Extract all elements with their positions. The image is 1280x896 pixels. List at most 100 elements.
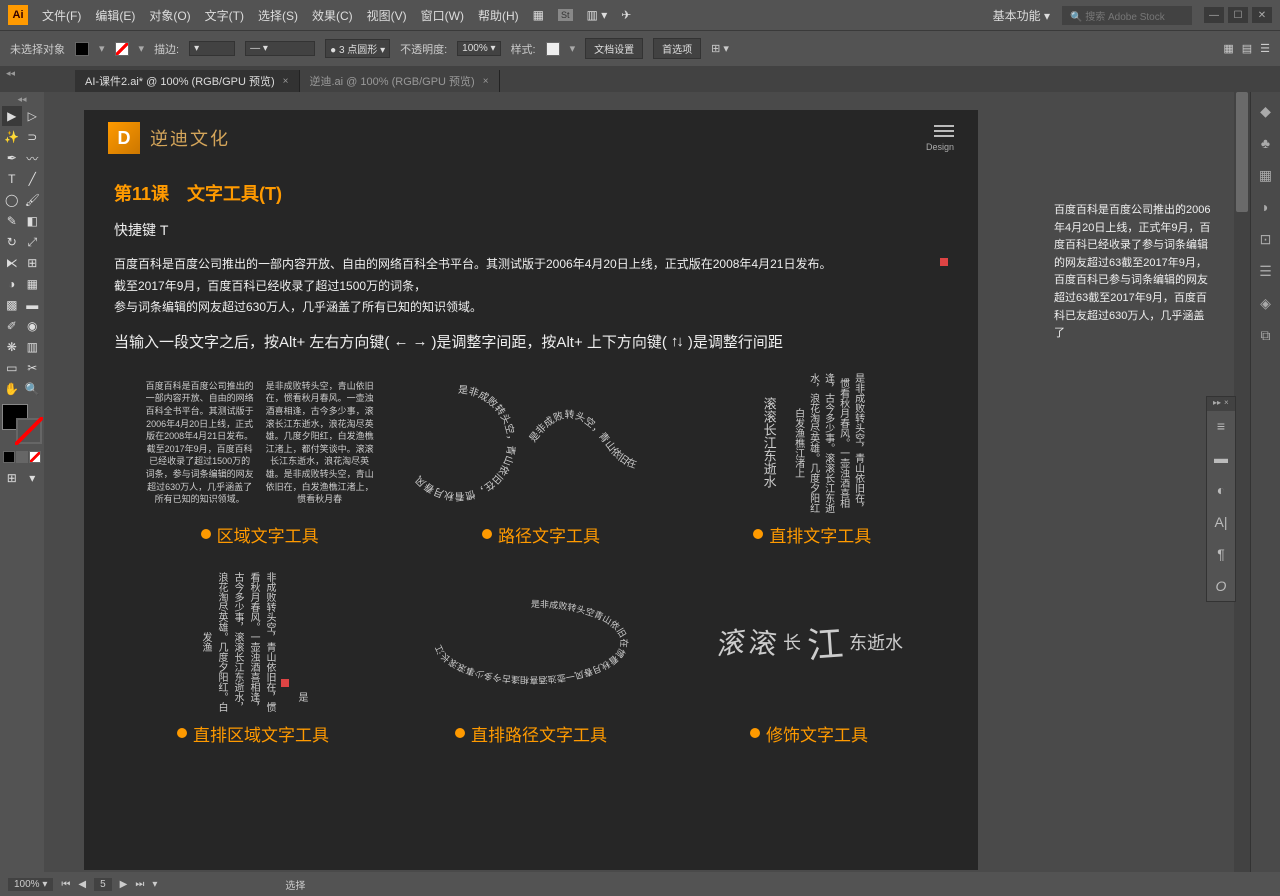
nav-menu-icon[interactable]: ▾: [152, 879, 157, 890]
tab-grip[interactable]: ◂◂: [6, 68, 15, 79]
magic-wand-tool[interactable]: ✨: [2, 127, 22, 147]
floating-panel[interactable]: ▸▸× ≡ ▬ ◐ A| ¶ O: [1206, 396, 1236, 602]
canvas[interactable]: D 逆迪文化 Design 第11课 文字工具(T) 快捷键 T 百度百科是百度…: [44, 92, 1250, 872]
zoom-tool[interactable]: 🔍: [23, 379, 43, 399]
nav-last-icon[interactable]: ⏭: [135, 879, 144, 890]
artboard-tool[interactable]: ▭: [2, 358, 22, 378]
gradient-tool[interactable]: ▬: [23, 295, 43, 315]
libraries-icon[interactable]: ♣: [1257, 134, 1275, 152]
stock-icon[interactable]: St: [558, 9, 573, 21]
panel-collapse-icon[interactable]: ▸▸: [1213, 398, 1221, 406]
panel-gradient-icon[interactable]: ▬: [1212, 449, 1230, 467]
width-tool[interactable]: ⧔: [2, 253, 22, 273]
panel-stroke-icon[interactable]: ≡: [1212, 417, 1230, 435]
color-mode[interactable]: [3, 451, 15, 463]
arrange-icon[interactable]: ▥ ▾: [587, 8, 608, 22]
rotate-tool[interactable]: ↻: [2, 232, 22, 252]
doc-tab-2[interactable]: 逆迪.ai @ 100% (RGB/GPU 预览) ×: [300, 70, 500, 92]
menu-type[interactable]: 文字(T): [205, 7, 244, 24]
direct-selection-tool[interactable]: ▷: [23, 106, 43, 126]
tab-close-2[interactable]: ×: [483, 76, 489, 87]
free-transform-tool[interactable]: ⊞: [23, 253, 43, 273]
shape-builder-tool[interactable]: ◑: [2, 274, 22, 294]
panel-para-icon[interactable]: ¶: [1212, 545, 1230, 563]
panel-opentype-icon[interactable]: O: [1212, 577, 1230, 595]
menu-window[interactable]: 窗口(W): [421, 7, 464, 24]
symbols-icon[interactable]: ☰: [1257, 262, 1275, 280]
gradient-mode[interactable]: [16, 451, 28, 463]
eraser-tool[interactable]: ◧: [23, 211, 43, 231]
menu-effect[interactable]: 效果(C): [312, 7, 353, 24]
menu-select[interactable]: 选择(S): [258, 7, 298, 24]
bridge-icon[interactable]: ▦: [533, 8, 544, 22]
close-button[interactable]: ✕: [1252, 7, 1272, 23]
graph-tool[interactable]: ▥: [23, 337, 43, 357]
rectangle-tool[interactable]: ◯: [2, 190, 22, 210]
workspace-switcher[interactable]: 基本功能 ▾: [993, 7, 1050, 24]
toolbox-grip[interactable]: ◂◂: [2, 94, 42, 105]
maximize-button[interactable]: ☐: [1228, 7, 1248, 23]
panel-close-icon[interactable]: ×: [1224, 398, 1232, 406]
var-width[interactable]: — ▾: [245, 41, 315, 56]
stock-search[interactable]: 🔍 搜索 Adobe Stock: [1062, 6, 1192, 25]
menu-object[interactable]: 对象(O): [149, 7, 190, 24]
mesh-tool[interactable]: ▩: [2, 295, 22, 315]
slice-tool[interactable]: ✂: [23, 358, 43, 378]
opts-menu-icon[interactable]: ☰: [1260, 42, 1270, 55]
gpu-icon[interactable]: ✈: [621, 8, 631, 22]
arrow-down-icon: ↓: [676, 333, 684, 350]
brushes-icon[interactable]: ⊡: [1257, 230, 1275, 248]
panel-char-icon[interactable]: A|: [1212, 513, 1230, 531]
color-icon[interactable]: ▦: [1257, 166, 1275, 184]
menu-file[interactable]: 文件(F): [42, 7, 81, 24]
opacity-value[interactable]: 100% ▾: [457, 41, 500, 56]
type-tool[interactable]: T: [2, 169, 22, 189]
scale-tool[interactable]: ⤢: [23, 232, 43, 252]
tab-close-1[interactable]: ×: [283, 76, 289, 87]
nav-next-icon[interactable]: ▶: [120, 879, 128, 890]
fill-stroke-control[interactable]: [2, 404, 42, 444]
none-mode[interactable]: [29, 451, 41, 463]
screen-mode[interactable]: ⊞: [2, 468, 22, 488]
snap2-icon[interactable]: ▤: [1242, 42, 1252, 55]
blend-tool[interactable]: ◉: [23, 316, 43, 336]
properties-icon[interactable]: ◆: [1257, 102, 1275, 120]
stroke-icon[interactable]: ◈: [1257, 294, 1275, 312]
scroll-thumb[interactable]: [1236, 92, 1248, 212]
swatches-icon[interactable]: ◗: [1257, 198, 1275, 216]
minimize-button[interactable]: —: [1204, 7, 1224, 23]
nav-prev-icon[interactable]: ◀: [78, 879, 86, 890]
vertical-scrollbar[interactable]: [1234, 92, 1250, 872]
doc-setup-button[interactable]: 文档设置: [585, 38, 643, 59]
snap-icon[interactable]: ▦: [1223, 42, 1233, 55]
zoom-level[interactable]: 100% ▾: [8, 878, 53, 891]
screen-mode-2[interactable]: ▾: [23, 468, 43, 488]
fill-swatch[interactable]: [75, 42, 89, 56]
align-icon[interactable]: ⊞ ▾: [711, 42, 729, 55]
symbol-sprayer-tool[interactable]: ❋: [2, 337, 22, 357]
brush-profile[interactable]: ● 3 点圆形 ▾: [325, 39, 390, 58]
menu-edit[interactable]: 编辑(E): [95, 7, 135, 24]
prefs-button[interactable]: 首选项: [653, 38, 701, 59]
stroke-weight[interactable]: ▾: [189, 41, 235, 56]
pen-tool[interactable]: ✒: [2, 148, 22, 168]
stroke-swatch[interactable]: [115, 42, 129, 56]
shaper-tool[interactable]: ✎: [2, 211, 22, 231]
selection-tool[interactable]: ▶: [2, 106, 22, 126]
line-tool[interactable]: ╱: [23, 169, 43, 189]
layers-icon[interactable]: ⧉: [1257, 326, 1275, 344]
hand-tool[interactable]: ✋: [2, 379, 22, 399]
paintbrush-tool[interactable]: 🖌: [23, 190, 43, 210]
curvature-tool[interactable]: 〰: [23, 148, 43, 168]
artboard-number[interactable]: 5: [94, 878, 112, 891]
nav-first-icon[interactable]: ⏮: [61, 879, 70, 890]
eyedropper-tool[interactable]: ✐: [2, 316, 22, 336]
style-swatch[interactable]: [546, 42, 560, 56]
panel-transparency-icon[interactable]: ◐: [1212, 481, 1230, 499]
lasso-tool[interactable]: ⊃: [23, 127, 43, 147]
vertical-area-overflow: 是: [293, 687, 309, 707]
doc-tab-1[interactable]: AI-课件2.ai* @ 100% (RGB/GPU 预览) ×: [75, 70, 300, 92]
menu-view[interactable]: 视图(V): [367, 7, 407, 24]
perspective-tool[interactable]: ▦: [23, 274, 43, 294]
menu-help[interactable]: 帮助(H): [478, 7, 519, 24]
